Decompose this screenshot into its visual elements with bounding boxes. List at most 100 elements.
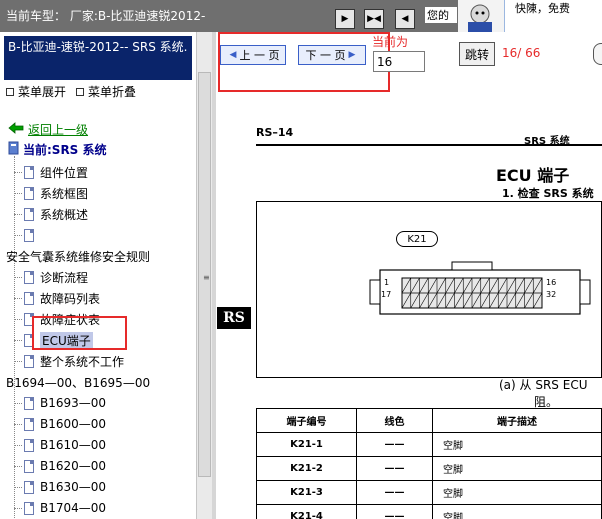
tree-item[interactable]: B1704—00 (14, 499, 106, 517)
tree-branch (14, 318, 22, 320)
mascot-icon (458, 0, 504, 34)
tree-item[interactable]: B1694—00、B1695—00 (6, 373, 150, 391)
cell-wire: —— (356, 432, 433, 457)
tree-item[interactable]: B1620—00 (14, 457, 106, 475)
document-viewer: ◀ 上 一 页 下 一 页 ▶ 当前为 跳转 16/ 66 RS RS–14 S… (216, 32, 602, 519)
collapse-icon (76, 87, 85, 96)
document-icon (24, 354, 34, 368)
right-arrow-icon: ▶ (348, 50, 356, 60)
tree-item-label: B1620—00 (40, 459, 107, 473)
tree-item[interactable]: 故障码列表 (14, 289, 100, 307)
doc-heading: ECU 端子 (496, 166, 570, 185)
tree-item-label: 组件位置 (40, 165, 89, 180)
document-icon (24, 186, 34, 200)
tree-item-label: B1694—00、B1695—00 (6, 375, 151, 390)
current-at-label: 当前为 (372, 35, 409, 49)
tree-item-label: 整个系统不工作 (40, 354, 125, 369)
section-title: B-比亚迪-速锐-2012-- SRS 系统. (4, 36, 192, 80)
tree-branch (14, 465, 22, 467)
section-tab: RS (217, 307, 251, 329)
tree-item-label: B1630—00 (40, 480, 107, 494)
tree-item-label: B1704—00 (40, 501, 107, 515)
next-page-button[interactable]: 下 一 页 ▶ (298, 45, 366, 65)
pin-label-br: 32 (546, 290, 557, 299)
tree-item[interactable] (14, 226, 40, 244)
next-icon[interactable]: ▶ (335, 9, 355, 29)
grip-icon: ≡ (203, 273, 210, 282)
document-icon (24, 459, 34, 473)
document-icon (24, 417, 34, 431)
connector-label: K21 (396, 231, 438, 247)
tree-branch (14, 234, 22, 236)
tree-item-label: B1693—00 (40, 396, 107, 410)
pin-label-bl: 17 (381, 290, 392, 299)
cell-desc: 空脚 (432, 432, 602, 457)
document-icon (24, 291, 34, 305)
tree-branch (14, 276, 22, 278)
tree-branch (14, 297, 22, 299)
top-bar: 当前车型： 厂家:B-比亚迪速锐2012- ▶ ▶◀ ◀ 您的 快陳，免费 (0, 0, 602, 34)
cell-pin: K21-4 (256, 504, 357, 519)
expand-icon (6, 87, 14, 96)
document-icon (24, 207, 34, 221)
tree-branch (14, 402, 22, 404)
document-icon (24, 438, 34, 452)
doc-code: RS–14 (256, 126, 294, 139)
jump-button[interactable]: 跳转 (459, 42, 495, 66)
tree-branch (14, 339, 22, 341)
back-row[interactable]: 返回上一级 (8, 121, 88, 138)
header-rule (256, 144, 602, 146)
tree-branch (14, 360, 22, 362)
tree-item[interactable]: 整个系统不工作 (14, 352, 124, 370)
pin-label-tr: 16 (546, 278, 557, 287)
page-toolbar: ◀ 上 一 页 下 一 页 ▶ 当前为 跳转 16/ 66 (216, 32, 602, 100)
fit-icon[interactable]: ▶◀ (364, 9, 384, 29)
cell-wire: —— (356, 456, 433, 481)
tree-item[interactable]: 系统框图 (14, 184, 88, 202)
tree-branch (14, 507, 22, 509)
doc-step: 1. 检查 SRS 系统 (502, 187, 594, 200)
step-a-text: (a) 从 SRS ECU (499, 378, 588, 392)
cell-desc: 空脚 (432, 504, 602, 519)
tree-item[interactable]: B1630—00 (14, 478, 106, 496)
tree-item-label: 安全气囊系统维修安全规则 (6, 249, 151, 264)
current-label: 当前:SRS 系统 (23, 143, 107, 157)
selection-highlight-frame (32, 316, 127, 350)
tree-item[interactable]: B1693—00 (14, 394, 106, 412)
tree-item[interactable]: B1600—00 (14, 415, 106, 433)
page-count: 16/ 66 (502, 46, 541, 60)
menu-collapse-button[interactable]: 菜单折叠 (88, 83, 136, 100)
pin-table-body: K21-1 —— 空脚 K21-2 —— 空脚 K21-3 —— 空脚 K21-4 —— 空脚 (256, 432, 602, 519)
prev-page-button[interactable]: ◀ 上 一 页 (220, 45, 286, 65)
back-link[interactable]: 返回上一级 (28, 121, 88, 138)
vehicle-label: 当前车型： 厂家:B-比亚迪速锐2012- (6, 9, 206, 23)
tree-branch (14, 486, 22, 488)
notice-text: 您的 (425, 7, 457, 23)
col-header-pin: 端子编号 (256, 408, 357, 433)
left-panel: B-比亚迪-速锐-2012-- SRS 系统. 菜单展开 菜单折叠 返回上一级 … (0, 32, 196, 519)
cell-wire: —— (356, 480, 433, 505)
pin-table: 端子编号 线色 端子描述 K21-1 —— 空脚 K21-2 —— 空脚 K21-3 —— 空脚… (256, 408, 602, 519)
table-row: K21-3 —— 空脚 (256, 480, 602, 505)
tree-item[interactable]: B1610—00 (14, 436, 106, 454)
promo-box[interactable]: 快陳，免费 (504, 0, 602, 32)
document-icon (24, 480, 34, 494)
tree-item[interactable]: 系统概述 (14, 205, 88, 223)
document-page: RS RS–14 SRS 系统 ECU 端子 1. 检查 SRS 系统 K21 … (216, 100, 602, 519)
prev-icon[interactable]: ◀ (395, 9, 415, 29)
side-button[interactable] (593, 43, 602, 65)
tree-item[interactable]: 安全气囊系统维修安全规则 (6, 247, 150, 265)
table-row: K21-1 —— 空脚 (256, 432, 602, 457)
scroll-thumb[interactable]: ≡ (198, 72, 211, 477)
document-icon (24, 501, 34, 515)
left-scrollbar[interactable]: ≡ (196, 32, 212, 519)
page-number-input[interactable] (373, 51, 425, 72)
menu-expand-button[interactable]: 菜单展开 (18, 83, 66, 100)
prev-page-label: 上 一 页 (239, 49, 280, 62)
table-row: K21-2 —— 空脚 (256, 456, 602, 481)
table-row: K21-4 —— 空脚 (256, 504, 602, 519)
tree-item[interactable]: 组件位置 (14, 163, 88, 181)
menu-toggle-row: 菜单展开 菜单折叠 (6, 83, 136, 100)
tree-item-label: 系统框图 (40, 186, 89, 201)
tree-item[interactable]: 诊断流程 (14, 268, 88, 286)
